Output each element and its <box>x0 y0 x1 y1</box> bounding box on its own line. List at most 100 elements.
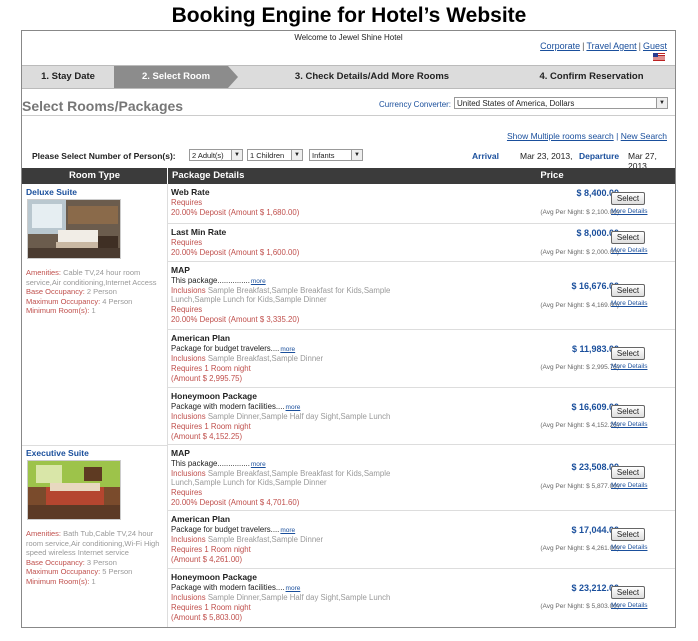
more-details-link[interactable]: More Details <box>611 208 647 215</box>
more-details-link[interactable]: More Details <box>611 363 647 370</box>
amenities-value: Bath Tub,Cable TV,24 hour <box>63 529 154 538</box>
package-desc: Package with modern facilities....more <box>171 583 300 592</box>
more-details-link[interactable]: More Details <box>611 300 647 307</box>
header-price: Price <box>540 170 564 181</box>
more-details-link[interactable]: More Details <box>611 421 647 428</box>
package-avg-per-night: (Avg Per Night: $ 4,152.25) <box>540 422 619 429</box>
us-flag-icon[interactable] <box>653 53 665 61</box>
package-inclusions: Inclusions Sample Breakfast,Sample Dinne… <box>171 354 323 363</box>
amenities-value: speed wireless Internet service <box>26 548 129 557</box>
package-avg-per-night: (Avg Per Night: $ 5,803.00) <box>540 603 619 610</box>
children-select[interactable]: 1 Children ▼ <box>247 149 303 161</box>
package-name: MAP <box>171 448 190 458</box>
package-row: MAP This package...............more Incl… <box>168 262 675 330</box>
currency-select[interactable]: United States of America, Dollars ▼ <box>454 97 668 109</box>
package-avg-per-night: (Avg Per Night: $ 4,261.00) <box>540 545 619 552</box>
corporate-link[interactable]: Corporate <box>540 41 580 51</box>
guest-link[interactable]: Guest <box>643 41 667 51</box>
inclusions-value: Lunch,Sample Lunch for Kids,Sample Dinne… <box>171 478 327 487</box>
package-requires: Requires 1 Room night <box>171 422 251 431</box>
package-amount: (Amount $ 4,261.00) <box>171 555 243 564</box>
package-price: $ 16,609.00 <box>571 402 619 412</box>
package-requires: Requires <box>171 198 203 207</box>
select-button[interactable]: Select <box>611 586 645 599</box>
package-name: MAP <box>171 265 190 275</box>
package-requires: Requires 1 Room night <box>171 364 251 373</box>
package-desc-text: Package for budget travelers.... <box>171 525 280 534</box>
more-link[interactable]: more <box>251 278 266 285</box>
package-row: Web Rate Requires 20.00% Deposit (Amount… <box>168 184 675 224</box>
inclusions-label: Inclusions <box>171 354 206 363</box>
more-link[interactable]: more <box>280 527 295 534</box>
booking-window: Welcome to Jewel Shine Hotel Corporate | T… <box>21 30 676 628</box>
chevron-down-icon: ▼ <box>351 150 362 160</box>
package-desc: Package for budget travelers....more <box>171 525 295 534</box>
package-deposit: 20.00% Deposit (Amount $ 3,335.20) <box>171 315 300 324</box>
min-rooms-label: Minimum Room(s): <box>26 306 90 315</box>
more-link[interactable]: more <box>251 461 266 468</box>
package-row: MAP This package...............more Incl… <box>168 445 675 511</box>
package-inclusions: Inclusions Sample Breakfast,Sample Break… <box>171 469 390 478</box>
step-confirm-reservation[interactable]: 4. Confirm Reservation <box>506 66 675 88</box>
package-desc: This package...............more <box>171 276 266 285</box>
amenities-value: service,Air conditioning,Internet Access <box>26 277 157 287</box>
page-caption: Booking Engine for Hotel’s Website <box>171 4 527 27</box>
select-button[interactable]: Select <box>611 192 645 205</box>
select-button[interactable]: Select <box>611 405 645 418</box>
room-executive-suite: Executive Suite Amenities: Bath Tub,Cabl… <box>22 448 167 586</box>
amenities-label: Amenities: <box>26 529 62 538</box>
package-inclusions: Inclusions Sample Breakfast,Sample Break… <box>171 286 390 295</box>
package-avg-per-night: (Avg Per Night: $ 2,100.00) <box>540 209 619 216</box>
more-link[interactable]: more <box>286 404 301 411</box>
room-name-link[interactable]: Executive Suite <box>26 448 167 458</box>
inclusions-value: Sample Breakfast,Sample Breakfast for Ki… <box>207 286 391 295</box>
package-requires: Requires <box>171 238 203 247</box>
infants-value: Infants <box>312 151 335 160</box>
inclusions-label: Inclusions <box>171 593 206 602</box>
base-occupancy-label: Base Occupancy: <box>26 557 85 567</box>
select-button[interactable]: Select <box>611 466 645 479</box>
chevron-down-icon: ▼ <box>231 150 242 160</box>
children-value: 1 Children <box>250 151 285 160</box>
select-button[interactable]: Select <box>611 284 645 297</box>
infants-select[interactable]: Infants ▼ <box>309 149 363 161</box>
person-selector-row: Please Select Number of Person(s): 2 Adu… <box>32 149 672 171</box>
package-avg-per-night: (Avg Per Night: $ 2,995.75) <box>540 364 619 371</box>
package-desc-text: Package with modern facilities.... <box>171 583 285 592</box>
amenities-label: Amenities: <box>26 268 62 277</box>
header-package-details: Package Details <box>172 170 245 181</box>
more-details-link[interactable]: More Details <box>611 544 647 551</box>
step-select-room[interactable]: 2. Select Room <box>114 66 238 88</box>
more-link[interactable]: more <box>286 585 301 592</box>
page-title: Select Rooms/Packages <box>22 98 184 114</box>
more-details-link[interactable]: More Details <box>611 602 647 609</box>
arrival-date: Mar 23, 2013, <box>520 151 573 161</box>
room-photo[interactable] <box>27 460 121 520</box>
select-button[interactable]: Select <box>611 347 645 360</box>
package-price: $ 23,508.00 <box>571 462 619 472</box>
room-photo[interactable] <box>27 199 121 259</box>
select-button[interactable]: Select <box>611 528 645 541</box>
package-price: $ 23,212.00 <box>571 583 619 593</box>
min-rooms-label: Minimum Room(s): <box>26 576 90 586</box>
room-divider <box>22 445 167 446</box>
package-desc: Package with modern facilities....more <box>171 402 300 411</box>
step-stay-date[interactable]: 1. Stay Date <box>22 66 114 88</box>
adults-select[interactable]: 2 Adult(s) ▼ <box>189 149 243 161</box>
room-deluxe-suite: Deluxe Suite Amenities: Cable TV,24 hour… <box>22 187 167 316</box>
departure-label: Departure <box>579 151 620 161</box>
more-details-link[interactable]: More Details <box>611 482 647 489</box>
new-search-link[interactable]: New Search <box>621 131 667 141</box>
room-name-link[interactable]: Deluxe Suite <box>26 187 167 197</box>
package-price: $ 8,000.00 <box>576 228 619 238</box>
chevron-down-icon: ▼ <box>656 98 667 108</box>
multiple-rooms-search-link[interactable]: Show Multiple rooms search <box>507 131 614 141</box>
travel-agent-link[interactable]: Travel Agent <box>586 41 636 51</box>
more-link[interactable]: more <box>280 346 295 353</box>
select-button[interactable]: Select <box>611 231 645 244</box>
inclusions-label: Inclusions <box>171 286 206 295</box>
package-amount: (Amount $ 2,995.75) <box>171 374 243 383</box>
inclusions-value: Sample Breakfast,Sample Breakfast for Ki… <box>207 469 391 478</box>
step-check-details[interactable]: 3. Check Details/Add More Rooms <box>238 66 506 88</box>
more-details-link[interactable]: More Details <box>611 247 647 254</box>
